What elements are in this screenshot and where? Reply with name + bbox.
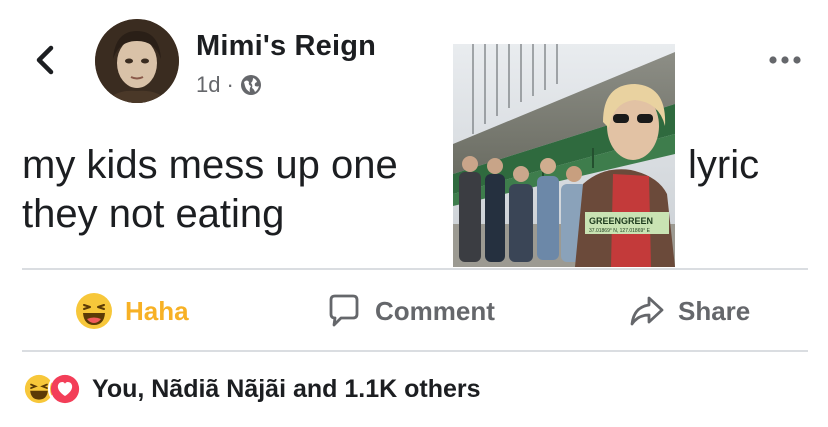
divider xyxy=(22,350,808,352)
back-arrow-icon xyxy=(36,45,54,75)
album-cover-image: GREENGREEN 37.01869° N, 127.01869° E xyxy=(453,44,675,267)
post-text-line-2: they not eating xyxy=(22,192,285,236)
divider xyxy=(22,268,808,270)
album-subtitle: 37.01869° N, 127.01869° E xyxy=(589,228,651,234)
haha-icon xyxy=(76,293,112,329)
avatar-image xyxy=(95,19,179,103)
share-button[interactable]: Share xyxy=(628,290,750,332)
album-title: GREENGREEN xyxy=(589,216,653,226)
reactions-summary[interactable]: You, Nãdiã Nãjãi and 1.1K others xyxy=(22,372,481,406)
author-name[interactable]: Mimi's Reign xyxy=(196,30,376,63)
post-text-line-1: my kids mess up one xyxy=(22,143,398,187)
meta-separator: · xyxy=(226,72,234,97)
comment-button[interactable]: Comment xyxy=(325,290,495,332)
comment-icon xyxy=(329,294,359,327)
reactions-text[interactable]: You, Nãdiã Nãjãi and 1.1K others xyxy=(92,375,481,404)
avatar[interactable] xyxy=(95,19,179,103)
back-button[interactable] xyxy=(30,40,60,80)
globe-icon xyxy=(240,75,261,95)
comment-label: Comment xyxy=(375,295,495,326)
love-icon xyxy=(48,372,82,406)
share-label: Share xyxy=(678,295,751,326)
post-age[interactable]: 1d xyxy=(196,72,220,98)
share-icon xyxy=(630,296,664,326)
post-meta: 1d · xyxy=(196,72,262,98)
haha-label: Haha xyxy=(125,295,189,326)
haha-button[interactable]: Haha xyxy=(75,290,189,332)
more-icon[interactable] xyxy=(765,52,805,68)
post-text-trailing: lyric xyxy=(688,143,760,187)
